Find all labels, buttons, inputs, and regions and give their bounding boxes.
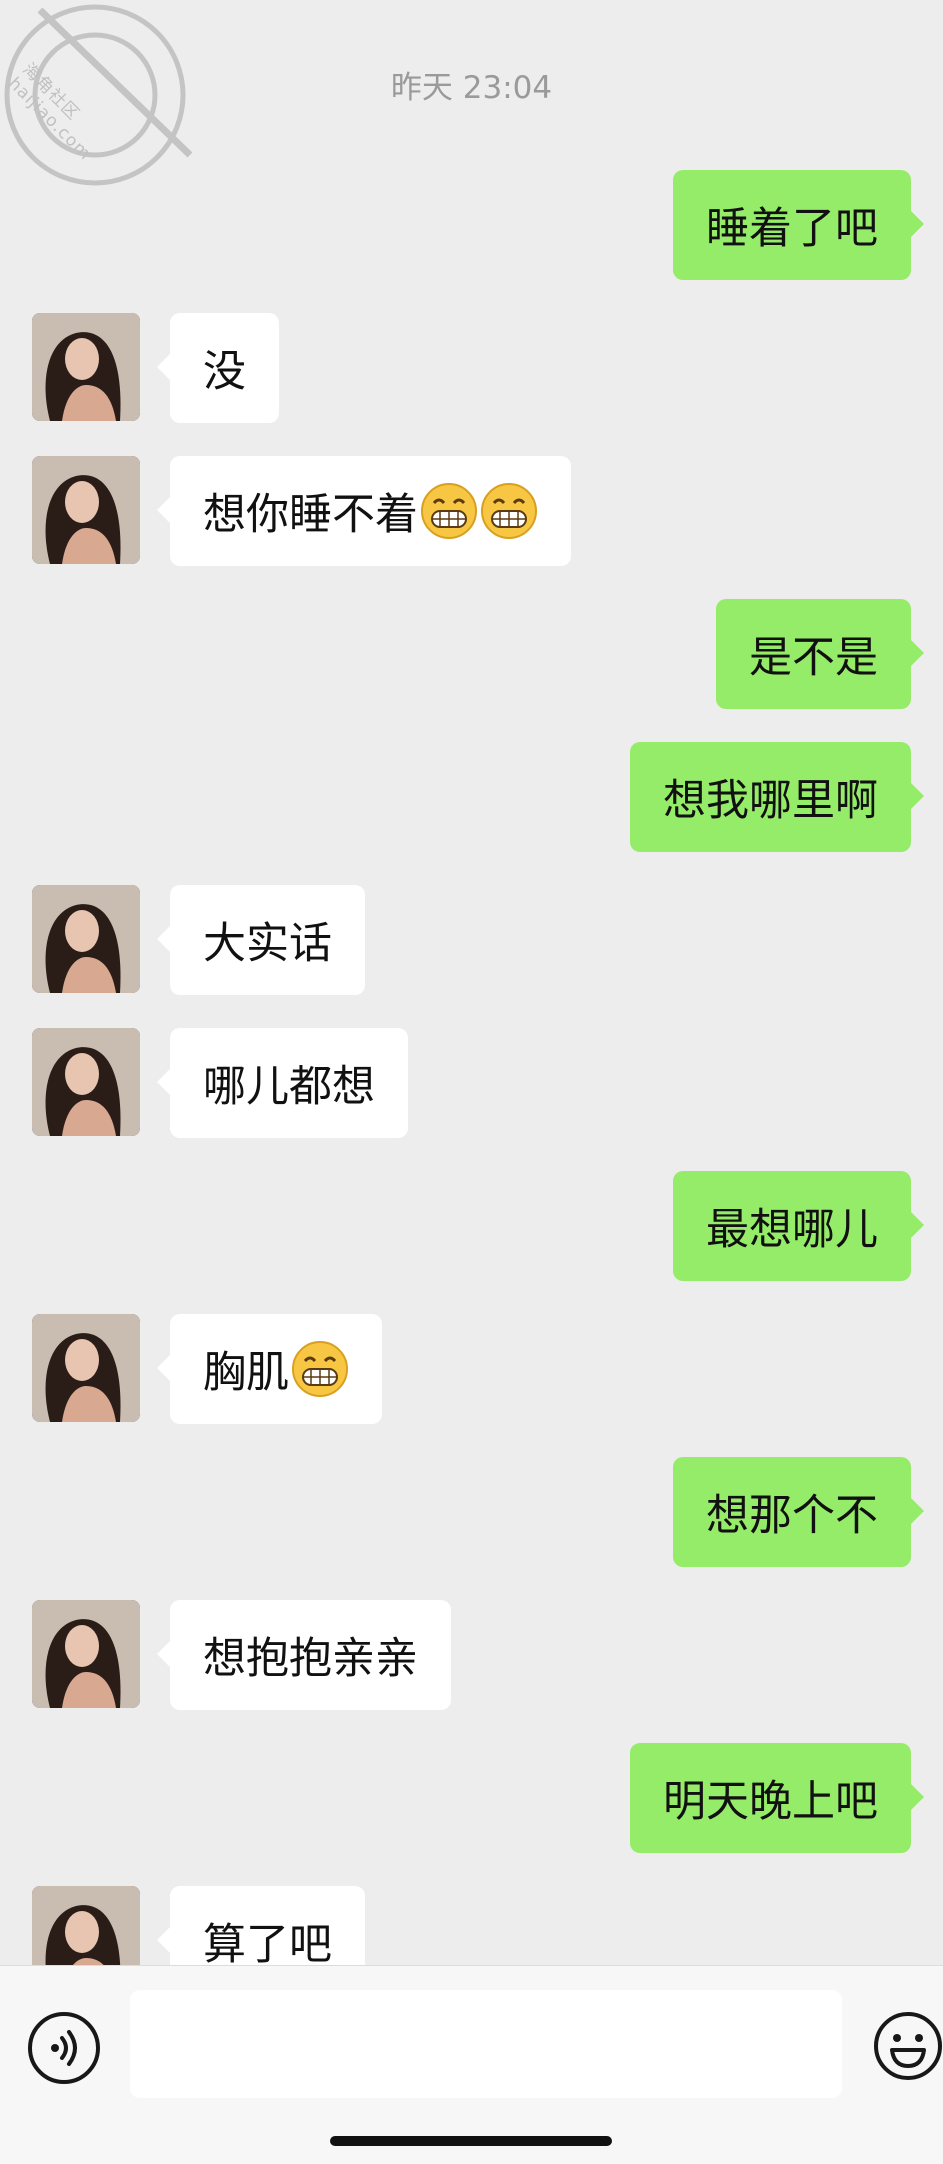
avatar[interactable] [32, 1600, 140, 1708]
message-text: 是不是 [749, 633, 878, 683]
message-bubble[interactable]: 是不是 [716, 599, 924, 709]
avatar[interactable] [32, 1314, 140, 1422]
grinning-face-emoji-icon [292, 1341, 348, 1397]
message-text: 想我哪里啊 [663, 776, 878, 826]
input-bar [0, 1965, 943, 2164]
message-bubble[interactable]: 想抱抱亲亲 [157, 1600, 451, 1710]
avatar[interactable] [32, 885, 140, 993]
message-text: 哪儿都想 [203, 1062, 375, 1112]
message-bubble[interactable]: 算了吧 [157, 1886, 365, 1965]
message-input[interactable] [130, 1990, 842, 2098]
emoji-icon[interactable] [872, 2010, 943, 2082]
message-text: 算了吧 [203, 1920, 332, 1965]
message-bubble[interactable]: 哪儿都想 [157, 1028, 408, 1138]
message-bubble[interactable]: 最想哪儿 [673, 1171, 924, 1281]
timestamp: 昨天 23:04 [390, 70, 553, 106]
message-text: 胸肌 [203, 1348, 289, 1398]
message-bubble[interactable]: 胸肌 [157, 1314, 382, 1424]
message-bubble[interactable]: 想我哪里啊 [630, 742, 924, 852]
grinning-face-emoji-icon [421, 483, 477, 539]
message-text: 想抱抱亲亲 [203, 1634, 418, 1684]
message-text: 明天晚上吧 [663, 1777, 878, 1827]
message-bubble[interactable]: 想那个不 [673, 1457, 924, 1567]
message-text: 睡着了吧 [706, 204, 878, 254]
avatar[interactable] [32, 1886, 140, 1965]
grinning-face-emoji-icon [481, 483, 537, 539]
voice-icon[interactable] [28, 2012, 100, 2084]
message-bubble[interactable]: 明天晚上吧 [630, 1743, 924, 1853]
message-bubble[interactable]: 睡着了吧 [673, 170, 924, 280]
message-bubble[interactable]: 大实话 [157, 885, 365, 995]
avatar[interactable] [32, 456, 140, 564]
avatar[interactable] [32, 313, 140, 421]
message-text: 最想哪儿 [706, 1205, 878, 1255]
message-text: 没 [203, 347, 246, 397]
chat-area[interactable]: 海角社区 haijiao.com 昨天 23:04 睡着了吧 没 想你睡不着 是… [0, 0, 943, 1965]
message-text: 想你睡不着 [203, 490, 418, 540]
avatar[interactable] [32, 1028, 140, 1136]
message-text: 大实话 [203, 919, 332, 969]
home-indicator[interactable] [330, 2136, 612, 2146]
message-bubble[interactable]: 没 [157, 313, 279, 423]
message-bubble[interactable]: 想你睡不着 [157, 456, 571, 566]
message-text: 想那个不 [706, 1491, 878, 1541]
